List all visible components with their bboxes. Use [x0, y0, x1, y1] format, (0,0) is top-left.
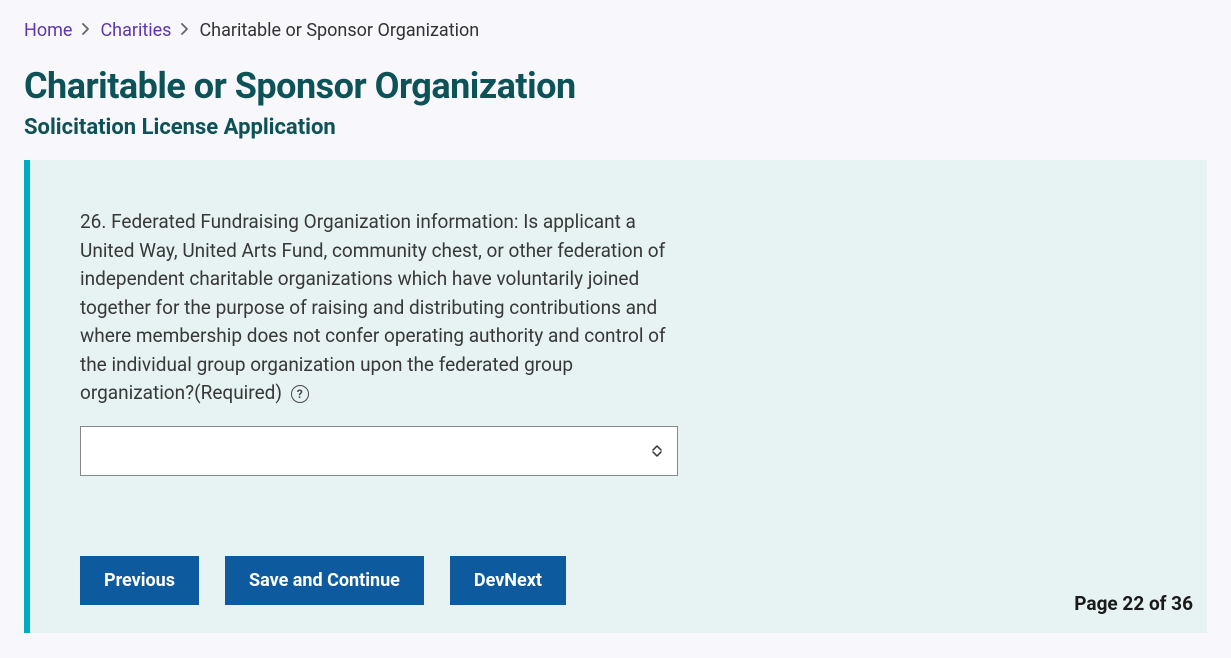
required-text: (Required) — [194, 381, 282, 404]
previous-button[interactable]: Previous — [80, 556, 199, 605]
chevron-right-icon — [181, 23, 189, 39]
form-panel: 26. Federated Fundraising Organization i… — [24, 160, 1207, 633]
breadcrumb: Home Charities Charitable or Sponsor Org… — [24, 20, 1207, 41]
question-text: 26. Federated Fundraising Organization i… — [80, 210, 666, 404]
breadcrumb-charities-link[interactable]: Charities — [100, 20, 171, 41]
breadcrumb-home-link[interactable]: Home — [24, 20, 72, 41]
help-icon[interactable]: ? — [291, 385, 309, 403]
dev-next-button[interactable]: DevNext — [450, 556, 566, 605]
select-wrapper — [80, 426, 678, 476]
page-indicator: Page 22 of 36 — [1074, 592, 1193, 615]
page-title: Charitable or Sponsor Organization — [24, 65, 1207, 107]
federated-org-select[interactable] — [80, 426, 678, 476]
button-row: Previous Save and Continue DevNext — [80, 556, 1157, 605]
chevron-right-icon — [82, 23, 90, 39]
save-continue-button[interactable]: Save and Continue — [225, 556, 424, 605]
breadcrumb-current: Charitable or Sponsor Organization — [199, 20, 479, 41]
question-label: 26. Federated Fundraising Organization i… — [80, 208, 680, 408]
page-subtitle: Solicitation License Application — [24, 115, 1207, 140]
